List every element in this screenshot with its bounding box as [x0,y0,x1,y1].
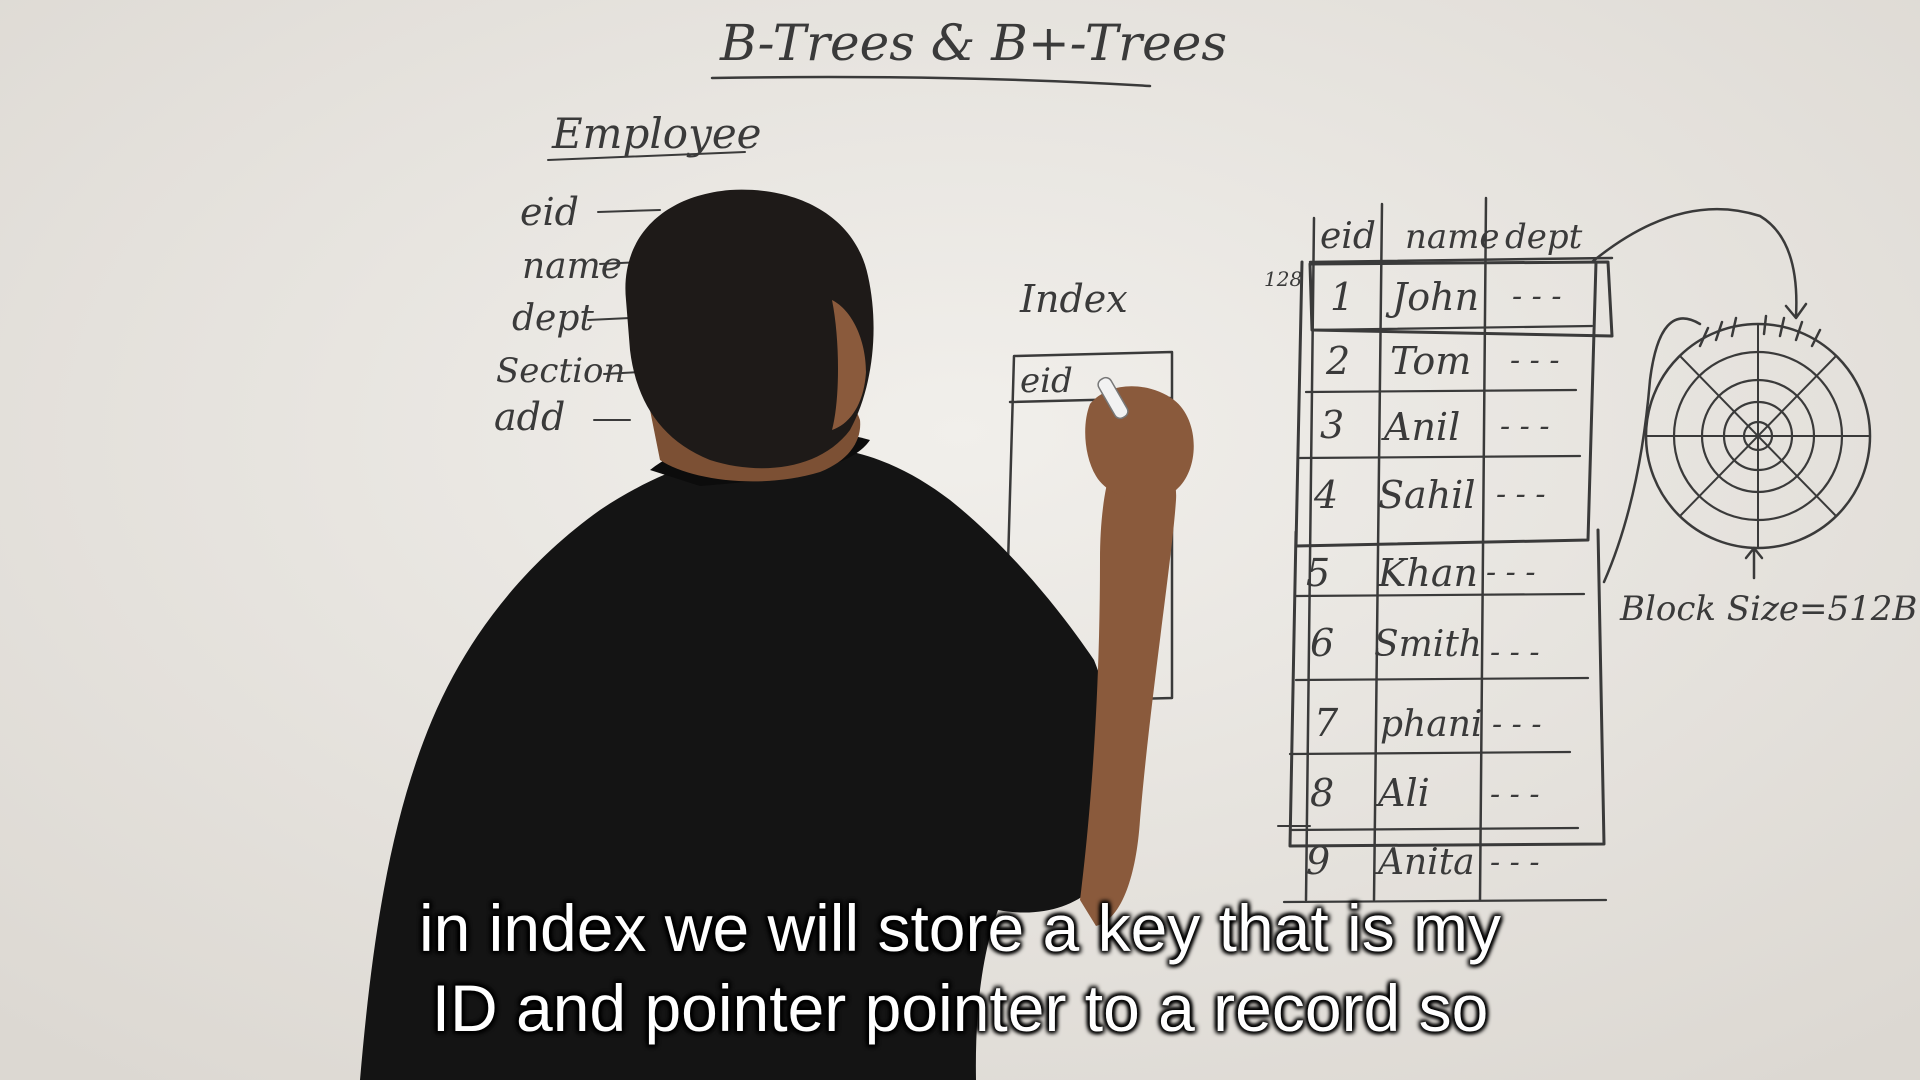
row-eid: 3 [1320,403,1344,447]
row-eid: 4 [1313,473,1338,517]
index-label: Index [1019,277,1128,321]
row-dept: - - - [1510,343,1559,378]
row-dept: - - - [1512,279,1561,314]
table-header-eid: eid [1320,216,1376,257]
row-dept: - - - [1490,777,1539,812]
row-dept: - - - [1496,477,1545,512]
attribute-name: name [522,246,622,287]
row-dept: - - - [1490,635,1539,670]
row-eid: 1 [1330,275,1354,319]
row-eid: 5 [1306,551,1330,595]
index-column-eid: eid [1020,361,1073,401]
row-name: Ali [1375,771,1430,815]
row-eid: 7 [1314,701,1339,745]
row-dept: - - - [1492,707,1541,742]
attribute-add: add [494,395,565,439]
attribute-dept: dept [512,298,594,339]
row-name: Smith [1374,624,1482,665]
video-frame: B-Trees & B+-Trees Employee eid name dep… [0,0,1920,1080]
block-size-label: Block Size=512B [1619,589,1917,629]
row-name: Sahil [1378,473,1475,517]
row-dept: - - - [1486,555,1535,590]
board-title: B-Trees & B+-Trees [719,14,1227,72]
row-name: phani [1380,704,1482,745]
row-eid: 2 [1325,339,1350,383]
row-name: Tom [1390,339,1471,383]
subtitle-line-2: ID and pointer pointer to a record so [431,971,1489,1045]
row-eid: 8 [1310,771,1334,815]
row-name: Anil [1381,405,1460,449]
attribute-section: Section [496,351,625,391]
attribute-eid: eid [520,190,579,234]
subtitle-area: in index we will store a key that is my … [0,888,1920,1048]
table-header-dept: dept [1505,217,1583,257]
entity-label: Employee [551,109,762,158]
row-name: Khan [1377,551,1478,595]
presenter-hand [1085,386,1194,499]
row-name: Anita [1375,842,1475,883]
row-name: John [1385,275,1479,319]
block-offset-label: 128 [1264,267,1302,291]
row-eid: 6 [1310,621,1334,665]
row-dept: - - - [1500,409,1549,444]
row-dept: - - - [1490,845,1539,880]
subtitle-line-1: in index we will store a key that is my [418,891,1502,965]
